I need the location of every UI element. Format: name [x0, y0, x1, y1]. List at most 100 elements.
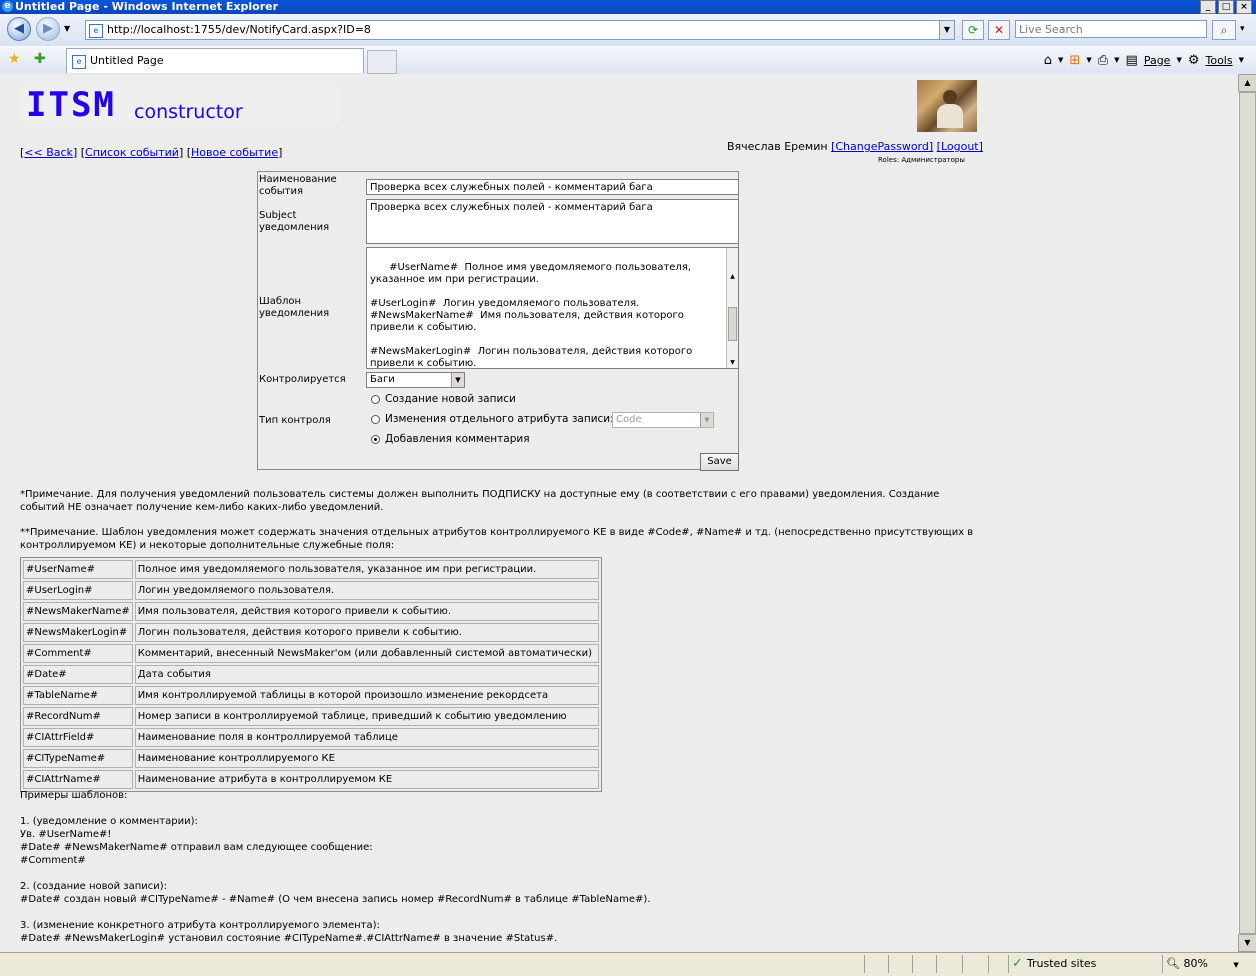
tab-untitled-page[interactable]: e Untitled Page: [66, 48, 364, 73]
field-description: Имя пользователя, действия которого прив…: [134, 602, 599, 621]
feeds-dropdown-icon[interactable]: ▼: [1086, 56, 1091, 64]
radio-create-label: Создание новой записи: [385, 393, 516, 405]
table-row: #CIAttrName# Наименование атрибута в конт…: [23, 770, 599, 789]
field-description: Полное имя уведомляемого пользователя, у…: [134, 560, 599, 579]
controlled-dropdown-icon[interactable]: ▼: [451, 373, 464, 387]
home-icon[interactable]: ⌂: [1044, 53, 1052, 68]
template-scrollbar[interactable]: ▲ ▼: [726, 248, 738, 368]
field-description: Дата события: [134, 665, 599, 684]
tools-dropdown-icon[interactable]: ▼: [1239, 56, 1244, 64]
radio-attribute-change[interactable]: Изменения отдельного атрибута записи:: [371, 412, 614, 426]
feeds-icon[interactable]: ⊞: [1069, 53, 1080, 68]
event-name-label: Наименование события: [259, 174, 337, 197]
tools-gear-icon: ⚙: [1187, 52, 1200, 68]
example-2-line-1: #Date# создан новый #CITypeName# - #Name…: [20, 894, 651, 905]
field-description: Имя контроллируемой таблицы в которой пр…: [134, 686, 599, 705]
tab-page-icon: e: [72, 55, 86, 69]
page-dropdown-icon[interactable]: ▼: [1176, 56, 1181, 64]
command-bar: ⌂ ▼ ⊞ ▼ ⎙ ▼ ▤ Page ▼ ⚙ Tools ▼: [1044, 50, 1244, 70]
page-scroll-up-icon[interactable]: ▲: [1238, 74, 1256, 92]
user-roles: Roles: Администраторы: [878, 156, 965, 164]
page-viewport: ITSM constructor [<< Back] [Список событ…: [0, 74, 1238, 952]
page-scroll-thumb[interactable]: [1239, 92, 1256, 934]
template-note: **Примечание. Шаблон уведомления может с…: [20, 527, 974, 551]
refresh-icon[interactable]: ⟳: [962, 20, 984, 40]
trusted-check-icon: ✓: [1012, 956, 1023, 971]
back-link[interactable]: << Back: [24, 146, 73, 159]
table-row: #TableName# Имя контроллируемой таблицы в…: [23, 686, 599, 705]
logout-link[interactable]: [Logout]: [937, 140, 983, 153]
radio-add-comment[interactable]: Добавления комментария: [371, 432, 530, 446]
control-type-label: Тип контроля: [259, 415, 331, 426]
logo-sub-text: constructor: [134, 101, 243, 123]
controlled-select[interactable]: Баги ▼: [366, 372, 465, 388]
table-row: #NewsMakerLogin# Логин пользователя, дейс…: [23, 623, 599, 642]
template-text: #UserName# Полное имя уведомляемого поль…: [370, 262, 693, 369]
field-description: Логин пользователя, действия которого пр…: [134, 623, 599, 642]
print-icon[interactable]: ⎙: [1098, 53, 1108, 68]
minimize-button[interactable]: _: [1200, 0, 1216, 14]
scroll-up-icon[interactable]: ▲: [727, 272, 738, 282]
tab-title: Untitled Page: [90, 54, 164, 67]
field-code: #Comment#: [23, 644, 133, 663]
new-tab-button[interactable]: [367, 50, 397, 74]
radio-create-circle[interactable]: [371, 394, 380, 404]
scroll-down-icon[interactable]: ▼: [727, 358, 738, 368]
field-description: Комментарий, внесенный NewsMaker'ом (или…: [134, 644, 599, 663]
address-dropdown-icon[interactable]: ▼: [939, 21, 954, 39]
search-options-icon[interactable]: ▾: [1240, 24, 1245, 34]
radio-comment-label: Добавления комментария: [385, 433, 530, 445]
forward-arrow-icon[interactable]: ▶: [36, 17, 60, 41]
address-bar[interactable]: e http://localhost:1755/dev/NotifyCard.as…: [85, 20, 955, 40]
live-search-input[interactable]: Live Search: [1015, 20, 1207, 38]
add-favorite-icon[interactable]: ✚: [34, 51, 46, 67]
history-dropdown-icon[interactable]: ▼: [64, 24, 70, 33]
user-name: Вячеслав Еремин: [727, 140, 828, 153]
radio-attr-circle[interactable]: [371, 414, 380, 424]
field-description: Наименование контроллируемого КЕ: [134, 749, 599, 768]
controlled-label: Контролируется: [259, 374, 346, 385]
zoom-icon: 🔍︎: [1166, 957, 1180, 970]
zoom-level: 80%: [1183, 957, 1208, 970]
search-icon[interactable]: ⌕: [1212, 20, 1236, 40]
template-textarea[interactable]: #UserName# Полное имя уведомляемого поль…: [366, 247, 739, 369]
change-password-link[interactable]: [ChangePassword]: [831, 140, 933, 153]
address-toolbar: ◀ ▶ ▼ e http://localhost:1755/dev/NotifyC…: [0, 14, 1256, 46]
print-dropdown-icon[interactable]: ▼: [1114, 56, 1119, 64]
table-row: #NewsMakerName# Имя пользователя, действи…: [23, 602, 599, 621]
attribute-select[interactable]: Code ▼: [612, 412, 714, 428]
page-scrollbar[interactable]: ▲ ▼: [1238, 74, 1256, 952]
example-3-line-1: #Date# #NewsMakerLogin# установил состоя…: [20, 933, 558, 944]
home-dropdown-icon[interactable]: ▼: [1058, 56, 1063, 64]
subject-textarea[interactable]: Проверка всех служебных полей - коммента…: [366, 199, 739, 244]
zoom-control[interactable]: 🔍︎ 80% ▼: [1166, 953, 1239, 974]
window-title-bar: e Untitled Page - Windows Internet Explor…: [0, 0, 1256, 14]
new-event-link[interactable]: Новое событие: [191, 146, 278, 159]
save-button[interactable]: Save: [700, 453, 739, 471]
maximize-button[interactable]: □: [1218, 0, 1234, 14]
back-arrow-icon[interactable]: ◀: [7, 17, 31, 41]
tools-menu[interactable]: Tools: [1206, 54, 1233, 67]
field-code: #Date#: [23, 665, 133, 684]
page-scroll-down-icon[interactable]: ▼: [1238, 934, 1256, 952]
template-scroll-thumb[interactable]: [728, 307, 737, 341]
itsm-constructor-logo: ITSM constructor: [22, 87, 340, 123]
radio-comment-circle[interactable]: [371, 434, 380, 444]
field-code: #UserName#: [23, 560, 133, 579]
tab-toolbar: ★ ✚ e Untitled Page ⌂ ▼ ⊞ ▼ ⎙ ▼ ▤ Page ▼ ⚙ Tool…: [0, 46, 1256, 75]
page-menu[interactable]: Page: [1144, 54, 1171, 67]
table-row: #RecordNum# Номер записи в контроллируемо…: [23, 707, 599, 726]
event-form: Наименование события Проверка всех служе…: [257, 171, 739, 471]
template-label: Шаблон уведомления: [259, 296, 330, 319]
field-code: #TableName#: [23, 686, 133, 705]
stop-icon[interactable]: ✕: [988, 20, 1010, 40]
favorites-star-icon[interactable]: ★: [8, 51, 21, 67]
event-name-input[interactable]: Проверка всех служебных полей - коммента…: [366, 179, 739, 195]
table-row: #UserName# Полное имя уведомляемого польз…: [23, 560, 599, 579]
security-zone[interactable]: ✓ Trusted sites: [1012, 953, 1160, 974]
close-window-button[interactable]: ×: [1236, 0, 1252, 14]
attribute-dropdown-icon[interactable]: ▼: [700, 413, 713, 427]
event-list-link[interactable]: Список событий: [85, 146, 179, 159]
zoom-dropdown-icon[interactable]: ▼: [1233, 961, 1238, 969]
radio-create-record[interactable]: Создание новой записи: [371, 392, 516, 406]
